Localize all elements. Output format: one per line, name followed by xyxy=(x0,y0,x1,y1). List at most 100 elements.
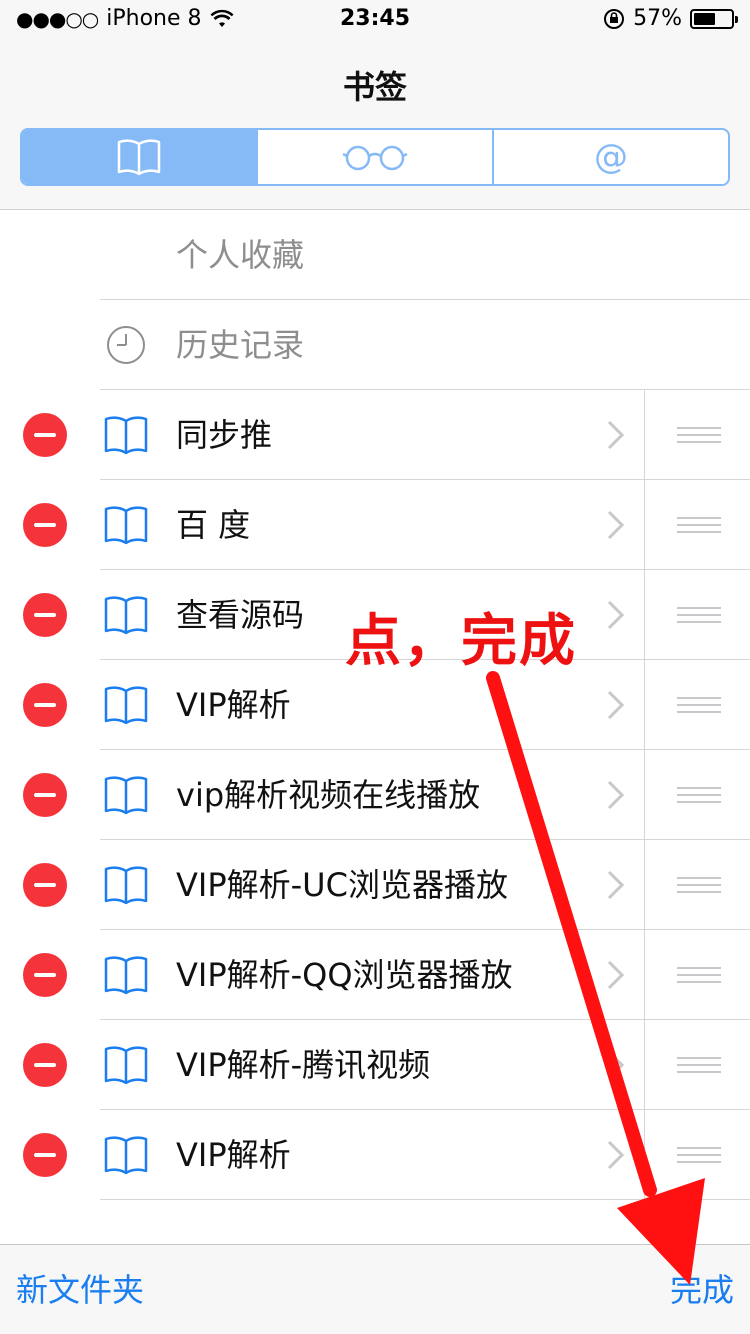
book-icon xyxy=(104,506,148,545)
bookmark-row[interactable]: 同步推 xyxy=(0,390,750,480)
delete-button[interactable] xyxy=(23,1043,67,1087)
book-icon xyxy=(104,1046,148,1085)
bookmark-label: VIP解析-QQ浏览器播放 xyxy=(176,956,513,994)
book-icon xyxy=(104,596,148,635)
book-icon xyxy=(104,956,148,995)
book-icon xyxy=(104,776,148,815)
reorder-line xyxy=(677,967,721,969)
clock-icon xyxy=(107,326,145,364)
reorder-line xyxy=(677,614,721,616)
battery-fill xyxy=(694,12,715,25)
bookmark-row[interactable]: VIP解析 xyxy=(0,1110,750,1200)
battery-icon xyxy=(690,8,738,29)
book-icon xyxy=(104,1136,148,1175)
bookmark-row[interactable]: vip解析视频在线播放 xyxy=(0,750,750,840)
list-item-favorites[interactable]: 个人收藏 xyxy=(0,210,750,300)
tab-reading-list[interactable] xyxy=(258,130,494,184)
bookmark-label: VIP解析 xyxy=(176,686,291,724)
list-item-label: 个人收藏 xyxy=(176,236,305,274)
reorder-handle[interactable] xyxy=(644,1110,750,1200)
reorder-handle[interactable] xyxy=(644,1020,750,1110)
bookmark-label: 同步推 xyxy=(176,416,273,454)
bookmark-label: vip解析视频在线播放 xyxy=(176,776,481,814)
delete-button[interactable] xyxy=(23,1133,67,1177)
chevron-right-icon[interactable] xyxy=(603,868,627,902)
chevron-right-icon[interactable] xyxy=(603,958,627,992)
reorder-line xyxy=(677,891,721,893)
bookmark-list: 个人收藏 历史记录 同步推 百 度 查看源码 VIP解析 vip解析视频在线播放… xyxy=(0,210,750,1244)
reorder-handle[interactable] xyxy=(644,930,750,1020)
delete-button[interactable] xyxy=(23,863,67,907)
header: 书签 @ xyxy=(0,40,750,210)
reorder-line xyxy=(677,524,721,526)
chevron-right-icon[interactable] xyxy=(603,688,627,722)
bookmark-row[interactable]: VIP解析-腾讯视频 xyxy=(0,1020,750,1110)
delete-button[interactable] xyxy=(23,593,67,637)
bookmark-label: 百 度 xyxy=(176,506,251,544)
delete-button[interactable] xyxy=(23,773,67,817)
chevron-right-icon[interactable] xyxy=(603,778,627,812)
reorder-line xyxy=(677,531,721,533)
reorder-line xyxy=(677,517,721,519)
reorder-line xyxy=(677,794,721,796)
bottom-toolbar: 新文件夹 完成 xyxy=(0,1244,750,1334)
chevron-right-icon[interactable] xyxy=(603,1048,627,1082)
chevron-right-icon[interactable] xyxy=(603,598,627,632)
tab-bookmarks[interactable] xyxy=(22,130,258,184)
segmented-control: @ xyxy=(20,128,730,186)
reorder-line xyxy=(677,711,721,713)
reorder-line xyxy=(677,884,721,886)
chevron-right-icon[interactable] xyxy=(603,418,627,452)
bookmark-row[interactable]: 百 度 xyxy=(0,480,750,570)
reorder-line xyxy=(677,697,721,699)
page-title: 书签 xyxy=(342,68,407,106)
book-icon xyxy=(104,866,148,905)
reorder-line xyxy=(677,1057,721,1059)
bookmark-row[interactable]: VIP解析-QQ浏览器播放 xyxy=(0,930,750,1020)
status-right: 57% xyxy=(603,6,738,31)
reorder-handle[interactable] xyxy=(644,840,750,930)
delete-button[interactable] xyxy=(23,413,67,457)
reorder-handle[interactable] xyxy=(644,660,750,750)
reorder-handle[interactable] xyxy=(644,390,750,480)
tab-shared-links[interactable]: @ xyxy=(494,130,728,184)
reorder-line xyxy=(677,427,721,429)
status-bar: ●●●○○ iPhone 8 23:45 57% xyxy=(0,0,750,40)
bookmark-label: VIP解析-UC浏览器播放 xyxy=(176,866,508,904)
new-folder-button[interactable]: 新文件夹 xyxy=(16,1245,144,1334)
annotation-text: 点，完成 xyxy=(345,609,577,674)
reorder-line xyxy=(677,1064,721,1066)
reorder-line xyxy=(677,877,721,879)
book-icon xyxy=(104,416,148,455)
reorder-handle[interactable] xyxy=(644,750,750,840)
row-divider xyxy=(100,1199,750,1200)
battery-percent: 57% xyxy=(633,6,682,31)
rotation-lock-icon xyxy=(604,8,625,29)
reorder-line xyxy=(677,1147,721,1149)
reorder-line xyxy=(677,621,721,623)
bookmark-label: VIP解析 xyxy=(176,1136,291,1174)
reorder-line xyxy=(677,974,721,976)
book-icon xyxy=(117,139,161,176)
reorder-line xyxy=(677,434,721,436)
reorder-line xyxy=(677,801,721,803)
delete-button[interactable] xyxy=(23,503,67,547)
reorder-line xyxy=(677,1161,721,1163)
reorder-line xyxy=(677,981,721,983)
reorder-handle[interactable] xyxy=(644,570,750,660)
bookmark-row[interactable]: VIP解析-UC浏览器播放 xyxy=(0,840,750,930)
reorder-handle[interactable] xyxy=(644,480,750,570)
list-item-history[interactable]: 历史记录 xyxy=(0,300,750,390)
delete-button[interactable] xyxy=(23,683,67,727)
delete-button[interactable] xyxy=(23,953,67,997)
reorder-line xyxy=(677,607,721,609)
reorder-line xyxy=(677,1071,721,1073)
bookmark-label: VIP解析-腾讯视频 xyxy=(176,1046,431,1084)
reorder-line xyxy=(677,441,721,443)
chevron-right-icon[interactable] xyxy=(603,1138,627,1172)
chevron-right-icon[interactable] xyxy=(603,508,627,542)
bookmark-label: 查看源码 xyxy=(176,596,305,634)
done-button[interactable]: 完成 xyxy=(670,1245,734,1334)
reorder-line xyxy=(677,704,721,706)
book-icon xyxy=(104,686,148,725)
